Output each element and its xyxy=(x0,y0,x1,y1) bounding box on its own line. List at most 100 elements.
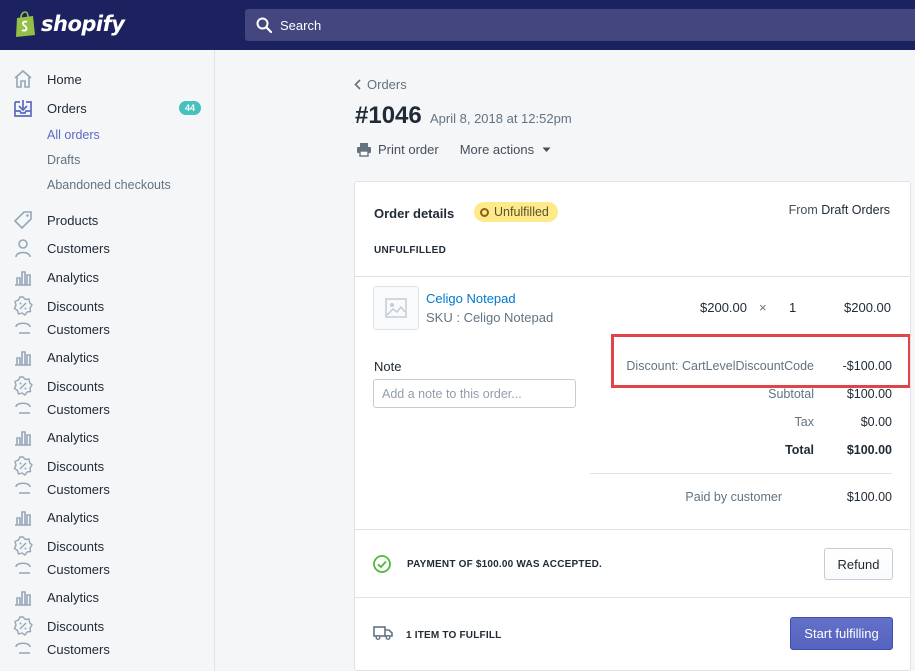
sidebar-item-customers[interactable]: Customers xyxy=(0,556,214,582)
paid-value: $100.00 xyxy=(846,490,892,504)
shopify-bag-icon xyxy=(16,11,35,37)
payment-section: PAYMENT OF $100.00 WAS ACCEPTED. Refund xyxy=(355,529,910,597)
bar-chart-icon xyxy=(15,431,31,446)
chevron-left-icon xyxy=(354,79,361,90)
sidebar-item-products[interactable]: Products xyxy=(0,207,214,233)
sidebar-label: Orders xyxy=(47,100,87,116)
sidebar-label: Discounts xyxy=(47,298,105,314)
sidebar-item-customers[interactable]: Customers xyxy=(0,636,214,662)
product-link[interactable]: Celigo Notepad xyxy=(426,291,516,306)
bar-chart-icon xyxy=(15,271,31,286)
source-name[interactable]: Draft Orders xyxy=(821,203,890,217)
payment-status-text: PAYMENT OF $100.00 WAS ACCEPTED. xyxy=(407,559,602,570)
main-content: Orders #1046 April 8, 2018 at 12:52pm Pr… xyxy=(216,50,915,671)
sidebar-item-analytics[interactable]: Analytics xyxy=(0,424,214,450)
sidebar-subitem-abandoned-checkouts[interactable]: Abandoned checkouts xyxy=(47,178,171,192)
sidebar-label: Customers xyxy=(47,321,110,337)
person-icon xyxy=(15,482,31,494)
tax-label: Tax xyxy=(794,415,814,429)
print-order-label: Print order xyxy=(378,142,439,157)
person-icon xyxy=(15,642,31,654)
discount-icon xyxy=(13,376,33,396)
shopify-logo[interactable]: shopify xyxy=(14,11,125,37)
sidebar-label: Analytics xyxy=(47,269,100,285)
summary-paid-row: Paid by customer $100.00 xyxy=(585,490,892,508)
sidebar-item-home[interactable]: Home xyxy=(0,66,214,92)
product-thumbnail[interactable] xyxy=(373,286,419,330)
status-dot-icon xyxy=(480,207,489,217)
note-input[interactable] xyxy=(373,379,576,408)
sidebar-label: Analytics xyxy=(47,589,100,605)
sidebar-subitem-drafts[interactable]: Drafts xyxy=(47,153,80,167)
fulfillment-status-badge: Unfulfilled xyxy=(474,202,558,222)
discount-icon xyxy=(13,616,33,636)
sidebar-label: Home xyxy=(47,71,82,87)
sidebar-label: Analytics xyxy=(47,349,100,365)
person-icon xyxy=(15,322,31,334)
print-order-button[interactable]: Print order xyxy=(356,142,439,157)
bar-chart-icon xyxy=(15,591,31,606)
person-icon xyxy=(15,562,31,574)
top-bar: shopify Search xyxy=(0,0,915,50)
summary-tax-row: Tax $0.00 xyxy=(585,415,892,433)
items-to-fulfill-text: 1 ITEM TO FULFILL xyxy=(406,630,502,641)
search-icon xyxy=(256,17,272,33)
note-label: Note xyxy=(374,359,402,374)
card-title: Order details xyxy=(374,206,455,221)
breadcrumb[interactable]: Orders xyxy=(354,77,407,92)
subtotal-value: $100.00 xyxy=(846,387,892,401)
summary-subtotal-row: Subtotal $100.00 xyxy=(585,387,892,405)
item-price: $200.00 xyxy=(700,300,747,315)
home-icon xyxy=(14,69,32,88)
truck-icon xyxy=(373,626,393,640)
divider xyxy=(355,276,910,277)
sidebar-label: Customers xyxy=(47,561,110,577)
start-fulfilling-button[interactable]: Start fulfilling xyxy=(790,617,893,650)
bar-chart-icon xyxy=(15,351,31,366)
sidebar-label: Discounts xyxy=(47,378,105,394)
bar-chart-icon xyxy=(15,511,31,526)
order-details-card: Order details Unfulfilled From Draft Ord… xyxy=(354,181,911,671)
orders-icon xyxy=(14,100,32,117)
total-label: Total xyxy=(785,443,814,457)
item-quantity: 1 xyxy=(789,300,797,315)
order-date: April 8, 2018 at 12:52pm xyxy=(430,111,572,126)
person-icon xyxy=(15,402,31,414)
discount-highlight-box xyxy=(611,334,910,388)
item-line-total: $200.00 xyxy=(844,300,891,315)
sidebar-item-customers[interactable]: Customers xyxy=(0,235,214,261)
more-actions-label: More actions xyxy=(459,142,535,157)
refund-button[interactable]: Refund xyxy=(824,548,893,580)
sidebar-label: Customers xyxy=(47,401,110,417)
page-actions: Print order More actions xyxy=(356,142,551,157)
sidebar-item-analytics[interactable]: Analytics xyxy=(0,344,214,370)
sidebar-label: Discounts xyxy=(47,618,105,634)
more-actions-button[interactable]: More actions xyxy=(460,142,551,157)
tag-icon xyxy=(13,211,32,230)
subtotal-label: Subtotal xyxy=(768,387,814,401)
sidebar: Home Orders 44 All orders Drafts Abandon… xyxy=(0,50,215,671)
sidebar-item-analytics[interactable]: Analytics xyxy=(0,584,214,610)
sidebar-label: Customers xyxy=(47,481,110,497)
sidebar-subitem-all-orders[interactable]: All orders xyxy=(47,128,100,142)
sidebar-label: Customers xyxy=(47,641,110,657)
sidebar-label: Discounts xyxy=(47,538,105,554)
brand-name: shopify xyxy=(41,12,125,36)
image-placeholder-icon xyxy=(385,298,407,318)
order-source: From Draft Orders xyxy=(789,203,890,217)
product-sku: SKU : Celigo Notepad xyxy=(426,310,554,325)
sidebar-item-analytics[interactable]: Analytics xyxy=(0,504,214,530)
sidebar-label: Analytics xyxy=(47,429,100,445)
sidebar-item-analytics[interactable]: Analytics xyxy=(0,264,214,290)
sidebar-item-customers[interactable]: Customers xyxy=(0,476,214,502)
discount-icon xyxy=(13,296,33,316)
printer-icon xyxy=(357,143,371,157)
summary-total-row: Total $100.00 xyxy=(585,443,892,461)
orders-count-badge: 44 xyxy=(179,101,201,115)
search-bar[interactable]: Search xyxy=(245,9,915,41)
sidebar-label: Discounts xyxy=(47,458,105,474)
sidebar-item-orders[interactable]: Orders 44 xyxy=(0,95,214,121)
sidebar-item-customers[interactable]: Customers xyxy=(0,396,214,422)
sidebar-item-customers[interactable]: Customers xyxy=(0,316,214,342)
discount-icon xyxy=(13,536,33,556)
